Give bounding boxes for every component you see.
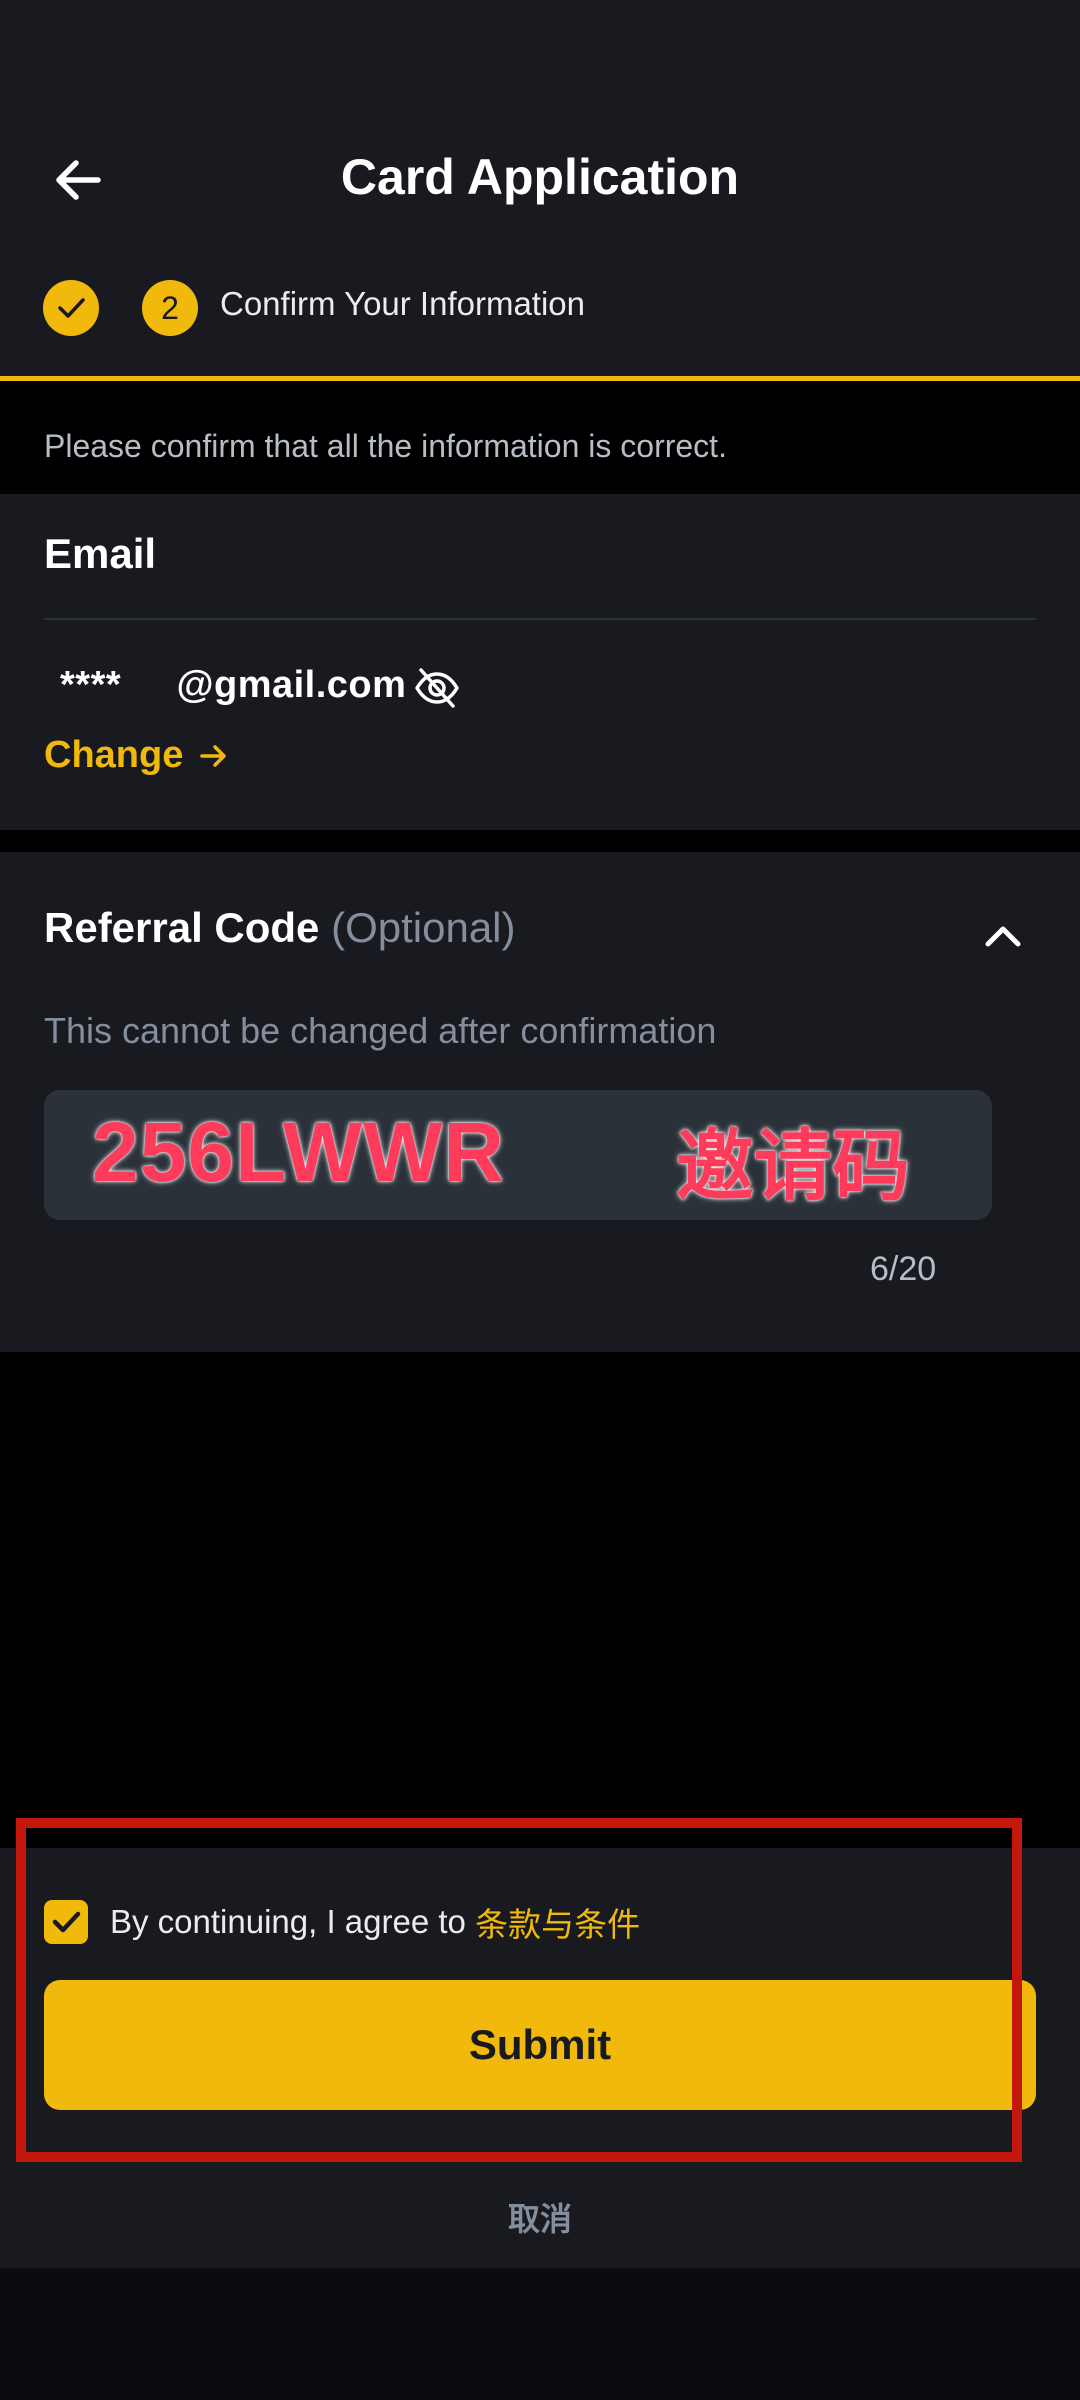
referral-overlay-text: 邀请码 — [676, 1122, 911, 1212]
change-label: Change — [44, 734, 184, 776]
check-icon — [58, 298, 85, 318]
referral-title-text: Referral Code — [44, 904, 320, 951]
eye-off-icon[interactable] — [413, 664, 461, 712]
email-section: Email **** @gmail.com Change — [0, 494, 1080, 830]
confirm-notice: Please confirm that all the information … — [44, 428, 727, 464]
step-2-indicator: 2 — [142, 280, 198, 336]
email-value: **** @gmail.com — [60, 664, 407, 706]
agree-text: By continuing, I agree to — [110, 1903, 476, 1940]
bottom-action-panel: By continuing, I agree to 条款与条件 Submit 取… — [0, 1848, 1080, 2268]
change-email-link[interactable]: Change — [44, 734, 231, 777]
step-progress-line — [0, 376, 1080, 381]
chevron-up-icon[interactable] — [975, 908, 1031, 964]
referral-section: Referral Code (Optional) This cannot be … — [0, 852, 1080, 1352]
checkbox-check-icon — [52, 1911, 81, 1933]
step-label: Confirm Your Information — [220, 285, 586, 322]
referral-code-input[interactable]: 256LWWR 邀请码 — [44, 1090, 992, 1220]
terms-checkbox[interactable] — [44, 1900, 88, 1944]
email-section-title: Email — [44, 530, 157, 577]
referral-optional-label: (Optional) — [331, 904, 516, 951]
cancel-button[interactable]: 取消 — [0, 2194, 1080, 2240]
terms-agreement-row: By continuing, I agree to 条款与条件 — [44, 1898, 640, 1946]
referral-char-counter: 6/20 — [870, 1250, 937, 1288]
referral-hint: This cannot be changed after confirmatio… — [44, 1010, 717, 1051]
page-title: Card Application — [340, 149, 740, 205]
terms-link[interactable]: 条款与条件 — [475, 1898, 640, 1946]
app-header: Card Application 2 Confirm Your Informat… — [0, 0, 1080, 381]
submit-button[interactable]: Submit — [44, 1980, 1036, 2110]
referral-code-value: 256LWWR — [92, 1105, 506, 1199]
system-navigation-bar — [0, 2268, 1080, 2400]
arrow-right-icon — [200, 744, 227, 767]
referral-section-title: Referral Code (Optional) — [44, 904, 516, 952]
divider — [44, 618, 1036, 620]
step-1-complete-indicator — [43, 280, 99, 336]
